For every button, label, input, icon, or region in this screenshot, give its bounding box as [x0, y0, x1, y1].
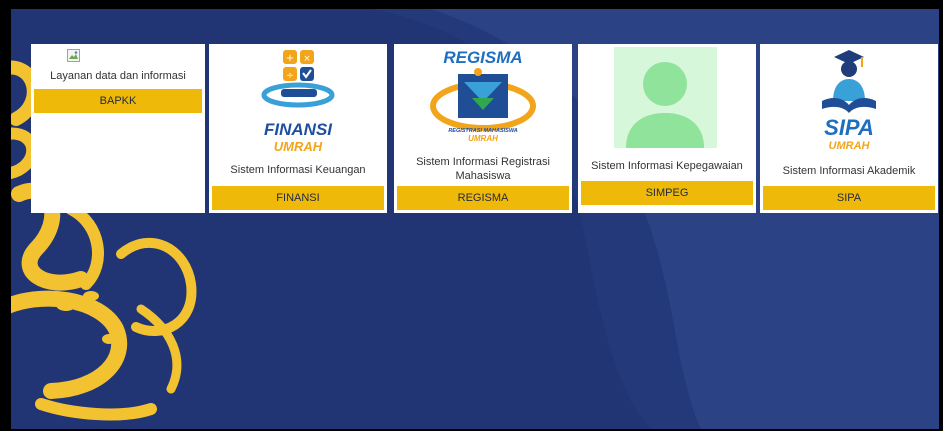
card-description: Sistem Informasi Registrasi Mahasiswa: [416, 156, 550, 182]
regisma-logo-text: REGISMA: [443, 48, 522, 67]
sipa-button[interactable]: SIPA: [763, 186, 935, 210]
bapkk-button[interactable]: BAPKK: [34, 89, 202, 113]
card-simpeg: Sistem Informasi Kepegawaian SIMPEG: [578, 44, 756, 213]
finansi-button[interactable]: FINANSI: [212, 186, 384, 210]
card-regisma: REGISMA REGISTRASI MAHASISWA UMRAH Siste…: [394, 44, 572, 213]
regisma-button[interactable]: REGISMA: [397, 186, 569, 210]
finansi-logo-subtext: UMRAH: [274, 139, 323, 154]
card-sipa: SIPA UMRAH Sistem Informasi Akademik SIP…: [760, 44, 938, 213]
card-description: Layanan data dan informasi: [50, 70, 186, 82]
sipa-logo-text: SIPA: [824, 115, 874, 140]
finansi-logo: + × ÷ FINANSI UMRAH: [261, 50, 335, 154]
broken-image-icon: [67, 49, 80, 62]
regisma-logo-subtext-2: UMRAH: [468, 134, 498, 143]
screen-frame: Layanan data dan informasi BAPKK + × ÷ F…: [0, 0, 943, 431]
card-bapkk: Layanan data dan informasi BAPKK: [31, 44, 205, 213]
card-finansi: + × ÷ FINANSI UMRAH Sistem Informasi Keu…: [209, 44, 387, 213]
sipa-logo: SIPA UMRAH: [822, 50, 876, 152]
sipa-logo-subtext: UMRAH: [829, 140, 871, 152]
card-description: Sistem Informasi Keuangan: [230, 164, 366, 176]
user-avatar-icon: [614, 47, 717, 148]
simpeg-button[interactable]: SIMPEG: [581, 181, 753, 205]
finansi-logo-text: FINANSI: [264, 120, 333, 139]
svg-text:÷: ÷: [286, 71, 294, 81]
card-description: Sistem Informasi Kepegawaian: [591, 160, 743, 172]
regisma-logo: REGISMA REGISTRASI MAHASISWA UMRAH: [430, 48, 536, 143]
svg-text:+: +: [286, 53, 294, 64]
card-description: Sistem Informasi Akademik: [782, 165, 916, 177]
svg-text:×: ×: [303, 54, 311, 64]
